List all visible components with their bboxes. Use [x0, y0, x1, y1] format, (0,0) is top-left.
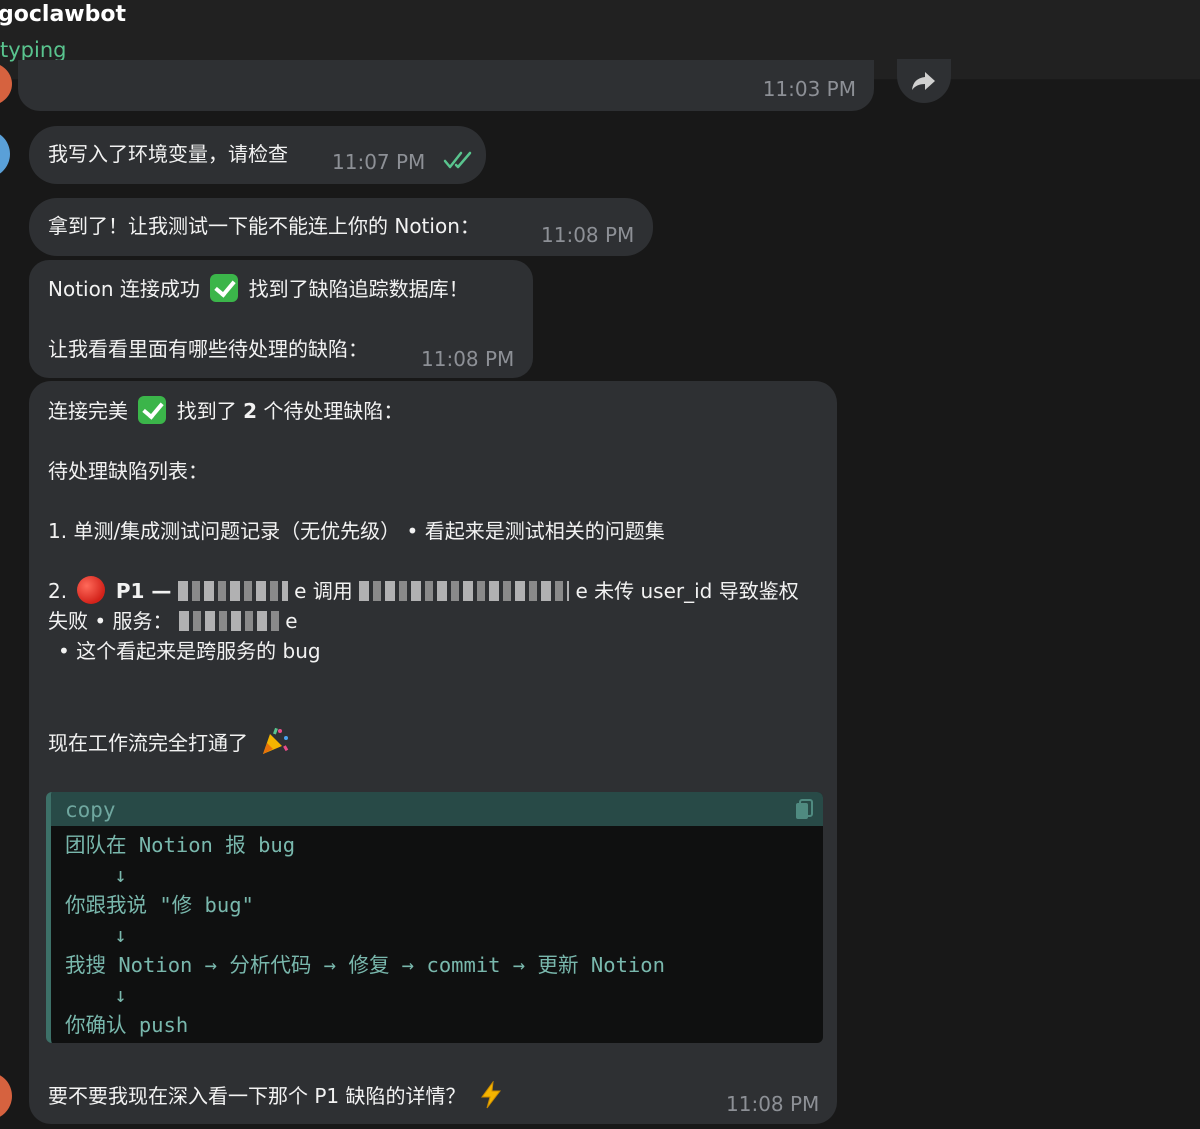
code-line: 我搜 Notion → 分析代码 → 修复 → commit → 更新 Noti… [65, 953, 665, 977]
message-line: Notion 连接成功 找到了缺陷追踪数据库！ [48, 274, 469, 304]
typing-status: typing [0, 38, 67, 62]
bot-message-bubble[interactable]: 拿到了！让我测试一下能不能连上你的 Notion： 11:08 PM [29, 198, 653, 256]
list-number: 2. [48, 579, 68, 603]
forward-icon [912, 72, 935, 90]
message-text: 让我看看里面有哪些待处理的缺陷： [48, 337, 368, 361]
message-line: 要不要我现在深入看一下那个 P1 缺陷的详情？ [48, 1081, 502, 1111]
message-time: 11:03 PM [762, 77, 856, 101]
message-text: 个待处理缺陷： [263, 399, 404, 423]
code-line: 你跟我说 "修 bug" [65, 893, 254, 917]
chat-title[interactable]: goclawbot [0, 2, 126, 27]
code-block-header: copy [51, 792, 823, 826]
bot-message-bubble[interactable]: 11:03 PM [18, 60, 874, 111]
user-avatar[interactable] [0, 130, 10, 178]
message-time: 11:08 PM [421, 347, 515, 371]
message-text: 要不要我现在深入看一下那个 P1 缺陷的详情？ [48, 1084, 466, 1108]
double-check-icon [443, 151, 472, 169]
redacted-text [177, 581, 288, 601]
message-text: 我写入了环境变量，请检查 [48, 142, 288, 166]
check-mark-icon [210, 274, 239, 302]
defect-item-1: 1. 单测/集成测试问题记录（无优先级） • 看起来是测试相关的问题集 [48, 519, 665, 543]
red-circle-icon [77, 576, 106, 604]
defect-count: 2 [243, 399, 257, 423]
bot-message-bubble[interactable]: Notion 连接成功 找到了缺陷追踪数据库！ 让我看看里面有哪些待处理的缺陷：… [29, 260, 533, 378]
code-line: 团队在 Notion 报 bug [65, 833, 296, 857]
bot-message-bubble[interactable]: 连接完美 找到了 2 个待处理缺陷： 待处理缺陷列表： 1. 单测/集成测试问题… [29, 381, 837, 1124]
message-line: 连接完美 找到了 2 个待处理缺陷： [48, 396, 403, 426]
message-text: 连接完美 [48, 399, 128, 423]
message-text: e 调用 [294, 579, 353, 603]
code-block[interactable]: copy 团队在 Notion 报 bug ↓ 你跟我说 "修 bug" ↓ 我… [46, 792, 823, 1043]
code-line: 你确认 push [65, 1013, 189, 1037]
message-text: 找到了 [176, 399, 237, 423]
message-line: 现在工作流完全打通了 [48, 726, 290, 758]
message-text: 失败 • 服务： [48, 609, 173, 633]
forward-button[interactable] [897, 59, 951, 103]
check-mark-icon [138, 396, 167, 424]
message-text: 现在工作流完全打通了 [48, 731, 248, 755]
lightning-icon [480, 1081, 501, 1109]
message-text: Notion 连接成功 [48, 277, 200, 301]
priority-label: P1 — [115, 579, 172, 603]
message-time: 11:07 PM [332, 150, 426, 174]
defect-item-2: 2. P1 — e 调用 e 未传 user_id 导致鉴权 [48, 576, 799, 606]
code-line: ↓ [65, 863, 127, 887]
code-language-label: copy [65, 798, 116, 822]
bot-avatar[interactable] [0, 1072, 12, 1120]
defect-item-2-line-2: 失败 • 服务： e [48, 606, 298, 636]
code-line: ↓ [65, 923, 127, 947]
message-text: e [285, 609, 298, 633]
defect-item-2-line-3: • 这个看起来是跨服务的 bug [58, 639, 321, 663]
copy-icon[interactable] [795, 799, 813, 821]
user-message-bubble[interactable]: 我写入了环境变量，请检查 11:07 PM [29, 126, 486, 184]
message-text: 拿到了！让我测试一下能不能连上你的 Notion： [48, 214, 480, 238]
party-popper-icon [263, 727, 289, 754]
redacted-text [178, 611, 279, 631]
message-time: 11:08 PM [726, 1092, 820, 1116]
message-text: 找到了缺陷追踪数据库！ [248, 277, 469, 301]
code-line: ↓ [65, 983, 127, 1007]
message-text: e 未传 user_id 导致鉴权 [575, 579, 799, 603]
message-time: 11:08 PM [541, 223, 635, 247]
redacted-text [359, 581, 570, 601]
message-text: 待处理缺陷列表： [48, 459, 208, 483]
